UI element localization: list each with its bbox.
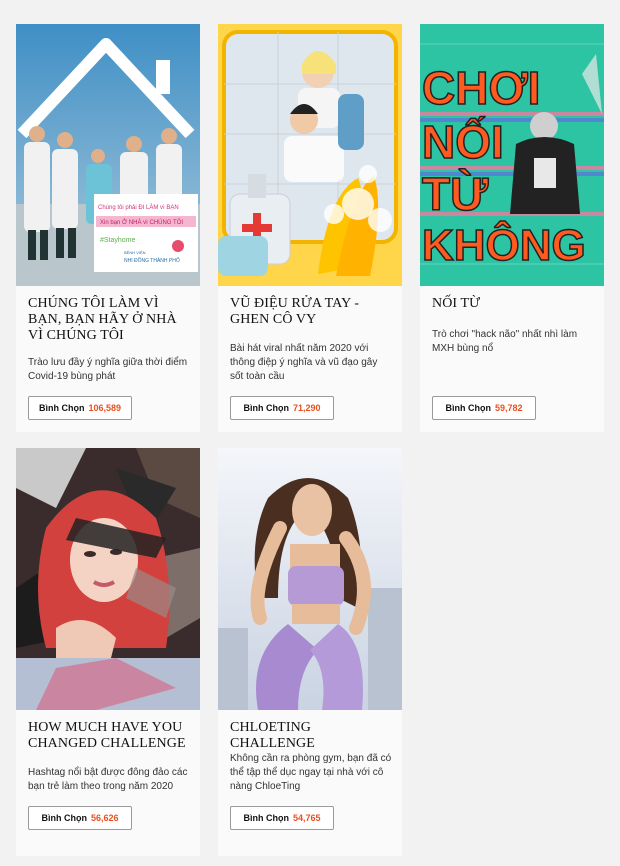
card-description: Trào lưu đầy ý nghĩa giữa thời điểm Covi…: [28, 357, 188, 382]
poster-word-1: CHƠI: [422, 62, 540, 114]
challenge-card: CHLOETING CHALLENGE Không cần ra phòng g…: [218, 448, 402, 856]
card-description: Bài hát viral nhất năm 2020 với thông đi…: [230, 343, 378, 382]
card-description: Trò chơi "hack não" nhất nhì làm MXH bùn…: [432, 329, 578, 354]
vote-button[interactable]: Bình Chọn 56,626: [28, 806, 132, 830]
card-description: Hashtag nổi bật được đông đảo các bạn tr…: [28, 767, 188, 792]
card-image-chloeting[interactable]: [218, 448, 402, 710]
challenge-card: VŨ ĐIỆU RỬA TAY - GHEN CÔ VY Bài hát vir…: [218, 24, 402, 432]
card-title: VŨ ĐIỆU RỬA TAY - GHEN CÔ VY: [230, 296, 360, 327]
poster-word-3: TỪ: [422, 168, 489, 220]
poster-word-4: KHÔNG: [422, 219, 586, 270]
vote-count: 71,290: [292, 403, 321, 413]
vote-label: Bình Chọn: [38, 403, 85, 413]
poster-word-2: NỐI: [422, 116, 504, 168]
card-image-girl-collage[interactable]: [16, 448, 200, 710]
vote-count: 106,589: [88, 403, 122, 413]
vote-button[interactable]: Bình Chọn 106,589: [28, 396, 132, 420]
card-image-handwash[interactable]: [218, 24, 402, 286]
sign-line-2: Xin bạn Ở NHÀ vì CHÚNG TÔI: [100, 219, 183, 226]
card-description: Không cần ra phòng gym, bạn đã có thể tậ…: [230, 753, 392, 792]
card-image-doctors[interactable]: Chúng tôi phải ĐI LÀM vì BẠN Xin bạn Ở N…: [16, 24, 200, 286]
sign-line-4: BỆNH VIỆN: [124, 250, 146, 255]
card-title: CHLOETING CHALLENGE: [230, 720, 315, 751]
card-title: CHÚNG TÔI LÀM VÌ BẠN, BẠN HÃY Ở NHÀ VÌ C…: [28, 296, 177, 343]
sign-line-3: #Stayhome: [100, 237, 136, 244]
card-image-noi-tu[interactable]: CHƠI NỐI TỪ KHÔNG: [420, 24, 604, 286]
card-title: HOW MUCH HAVE YOU CHANGED CHALLENGE: [28, 720, 186, 751]
card-title: NỐI TỪ: [432, 296, 481, 311]
vote-label: Bình Chọn: [445, 403, 491, 413]
vote-label: Bình Chọn: [243, 403, 289, 413]
vote-count: 59,782: [494, 403, 523, 413]
sign-line-5: NHI ĐỒNG THÀNH PHỐ: [124, 257, 180, 264]
vote-button[interactable]: Bình Chọn 71,290: [230, 396, 334, 420]
challenge-card: CHƠI NỐI TỪ KHÔNG NỐI TỪ Trò chơi "hack …: [420, 24, 604, 432]
vote-button[interactable]: Bình Chọn 59,782: [432, 396, 536, 420]
vote-label: Bình Chọn: [41, 813, 87, 823]
vote-label: Bình Chọn: [243, 813, 289, 823]
sign-line-1: Chúng tôi phải ĐI LÀM vì BẠN: [98, 204, 179, 211]
challenge-card: HOW MUCH HAVE YOU CHANGED CHALLENGE Hash…: [16, 448, 200, 856]
vote-button[interactable]: Bình Chọn 54,765: [230, 806, 334, 830]
vote-count: 56,626: [90, 813, 119, 823]
vote-count: 54,765: [292, 813, 321, 823]
challenge-card: Chúng tôi phải ĐI LÀM vì BẠN Xin bạn Ở N…: [16, 24, 200, 432]
